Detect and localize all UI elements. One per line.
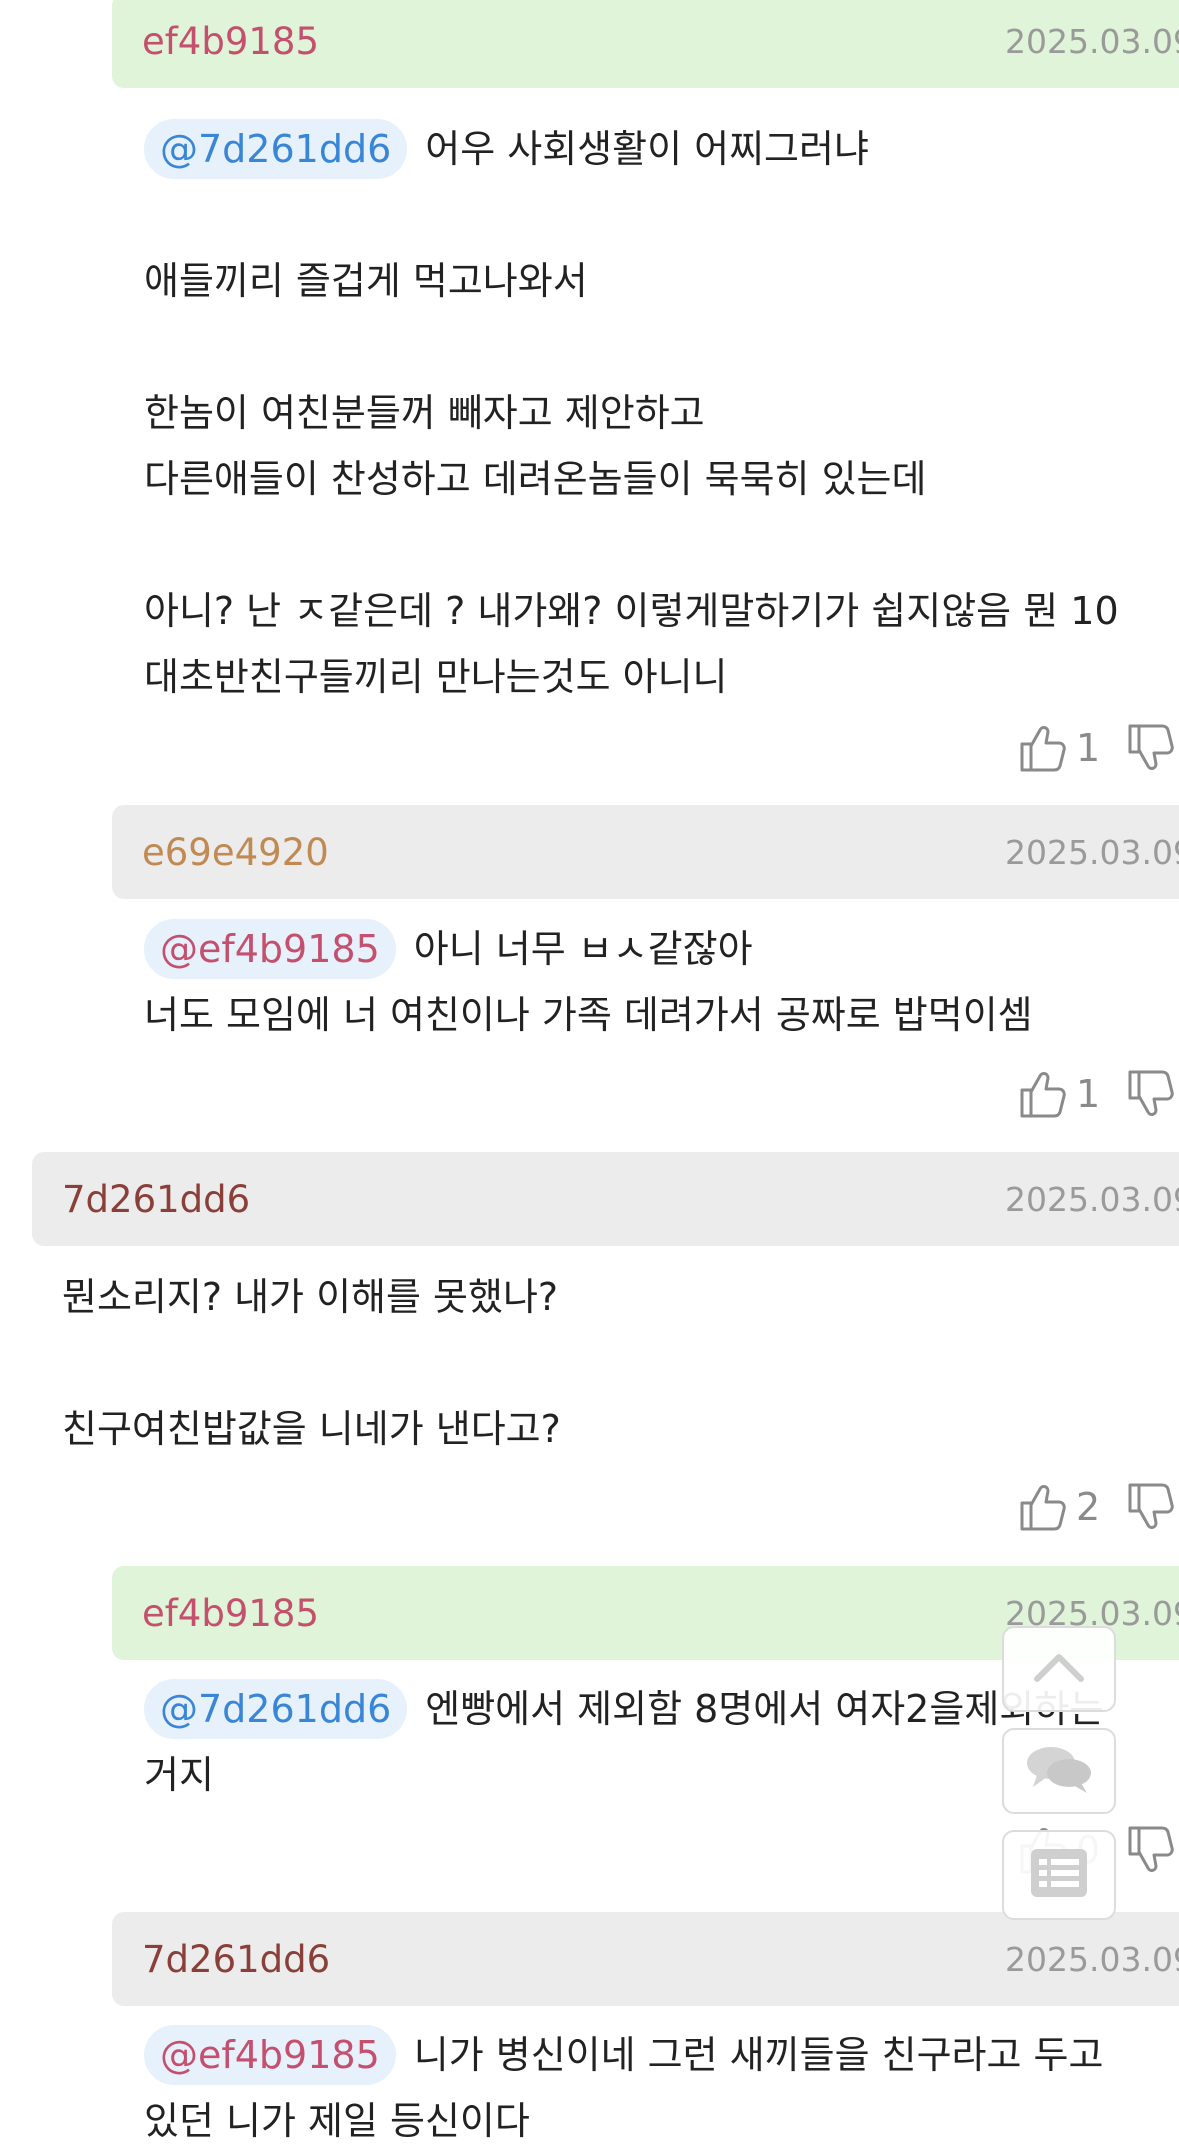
- vote-bar: 2: [1018, 1477, 1174, 1537]
- comment-text: 거지: [144, 1753, 214, 1797]
- comment-body: @7d261dd6 엔빵에서 제외함 8명에서 여자2을제외하는 거지: [144, 1676, 1144, 1808]
- comment-body: 뭔소리지? 내가 이해를 못했나? 친구여친밥값을 니네가 낸다고?: [62, 1264, 1162, 1462]
- comment-text: 대초반친구들끼리 만나는것도 아니니: [144, 655, 728, 699]
- mention-tag[interactable]: @ef4b9185: [144, 2025, 396, 2085]
- thumbs-down-icon[interactable]: [1126, 1481, 1174, 1533]
- comment-author[interactable]: ef4b9185: [142, 20, 319, 63]
- comment-text: 있던 니가 제일 등신이다: [144, 2099, 530, 2143]
- comment-text: 한놈이 여친분들꺼 빼자고 제안하고: [144, 391, 705, 435]
- comment-text: 뭔소리지? 내가 이해를 못했나?: [62, 1275, 559, 1319]
- vote-bar: 1: [1018, 1064, 1174, 1124]
- comment-body: @ef4b9185 니가 병신이네 그런 새끼들을 친구라고 두고 있던 니가 제…: [144, 2022, 1179, 2154]
- comment-author[interactable]: 7d261dd6: [142, 1938, 330, 1981]
- comment-author[interactable]: 7d261dd6: [62, 1178, 250, 1221]
- comment-author[interactable]: e69e4920: [142, 831, 329, 874]
- mention-tag[interactable]: @7d261dd6: [144, 1679, 408, 1739]
- thumbs-down-icon[interactable]: [1126, 1824, 1174, 1876]
- thumbs-up-icon[interactable]: [1018, 1068, 1066, 1120]
- scroll-top-button[interactable]: [1002, 1626, 1116, 1712]
- comment-body: @ef4b9185 아니 너무 ㅂㅅ같잖아 너도 모임에 너 여친이나 가족 데려…: [144, 916, 1179, 1048]
- comment-text: 아니 너무 ㅂㅅ같잖아: [413, 927, 753, 971]
- comment-text: 애들끼리 즐겁게 먹고나와서: [144, 259, 588, 303]
- comments-button[interactable]: [1002, 1728, 1116, 1814]
- chat-bubbles-icon: [1023, 1741, 1095, 1801]
- comment-author[interactable]: ef4b9185: [142, 1592, 319, 1635]
- thumbs-up-icon[interactable]: [1018, 1481, 1066, 1533]
- comment-text: 아니? 난 ㅈ같은데 ? 내가왜? 이렇게말하기가 쉽지않음 뭔 10: [144, 589, 1119, 633]
- comment-date: 2025.03.09: [1005, 832, 1179, 872]
- chevron-up-icon: [1029, 1647, 1089, 1691]
- thumbs-up-icon[interactable]: [1018, 722, 1066, 774]
- comment-header: ef4b9185 2025.03.09: [112, 0, 1179, 88]
- comment-text: 친구여친밥값을 니네가 낸다고?: [62, 1407, 561, 1451]
- list-button[interactable]: [1002, 1830, 1116, 1920]
- like-count: 2: [1076, 1485, 1101, 1529]
- comment-date: 2025.03.09: [1005, 1179, 1179, 1219]
- mention-tag[interactable]: @7d261dd6: [144, 119, 408, 179]
- comment-date: 2025.03.09: [1005, 1939, 1179, 1979]
- comment-header: 7d261dd6 2025.03.09: [112, 1912, 1179, 2006]
- thumbs-down-icon[interactable]: [1126, 722, 1174, 774]
- comment-body: @7d261dd6 어우 사회생활이 어찌그러냐 애들끼리 즐겁게 먹고나와서 한…: [144, 116, 1179, 710]
- list-icon: [1027, 1845, 1091, 1905]
- comment-date: 2025.03.09: [1005, 21, 1179, 61]
- like-count: 1: [1076, 1072, 1101, 1116]
- mention-tag[interactable]: @ef4b9185: [144, 919, 396, 979]
- like-count: 1: [1076, 726, 1101, 770]
- thumbs-down-icon[interactable]: [1126, 1068, 1174, 1120]
- comment-text: 어우 사회생활이 어찌그러냐: [425, 127, 869, 171]
- comment-header: 7d261dd6 2025.03.09: [32, 1152, 1179, 1246]
- comment-text: 너도 모임에 너 여친이나 가족 데려가서 공짜로 밥먹이셈: [144, 993, 1033, 1037]
- comment-text: 니가 병신이네 그런 새끼들을 친구라고 두고: [413, 2033, 1104, 2077]
- comment-text: 다른애들이 찬성하고 데려온놈들이 묵묵히 있는데: [144, 457, 927, 501]
- comment-header: e69e4920 2025.03.09: [112, 805, 1179, 899]
- vote-bar: 1: [1018, 718, 1174, 778]
